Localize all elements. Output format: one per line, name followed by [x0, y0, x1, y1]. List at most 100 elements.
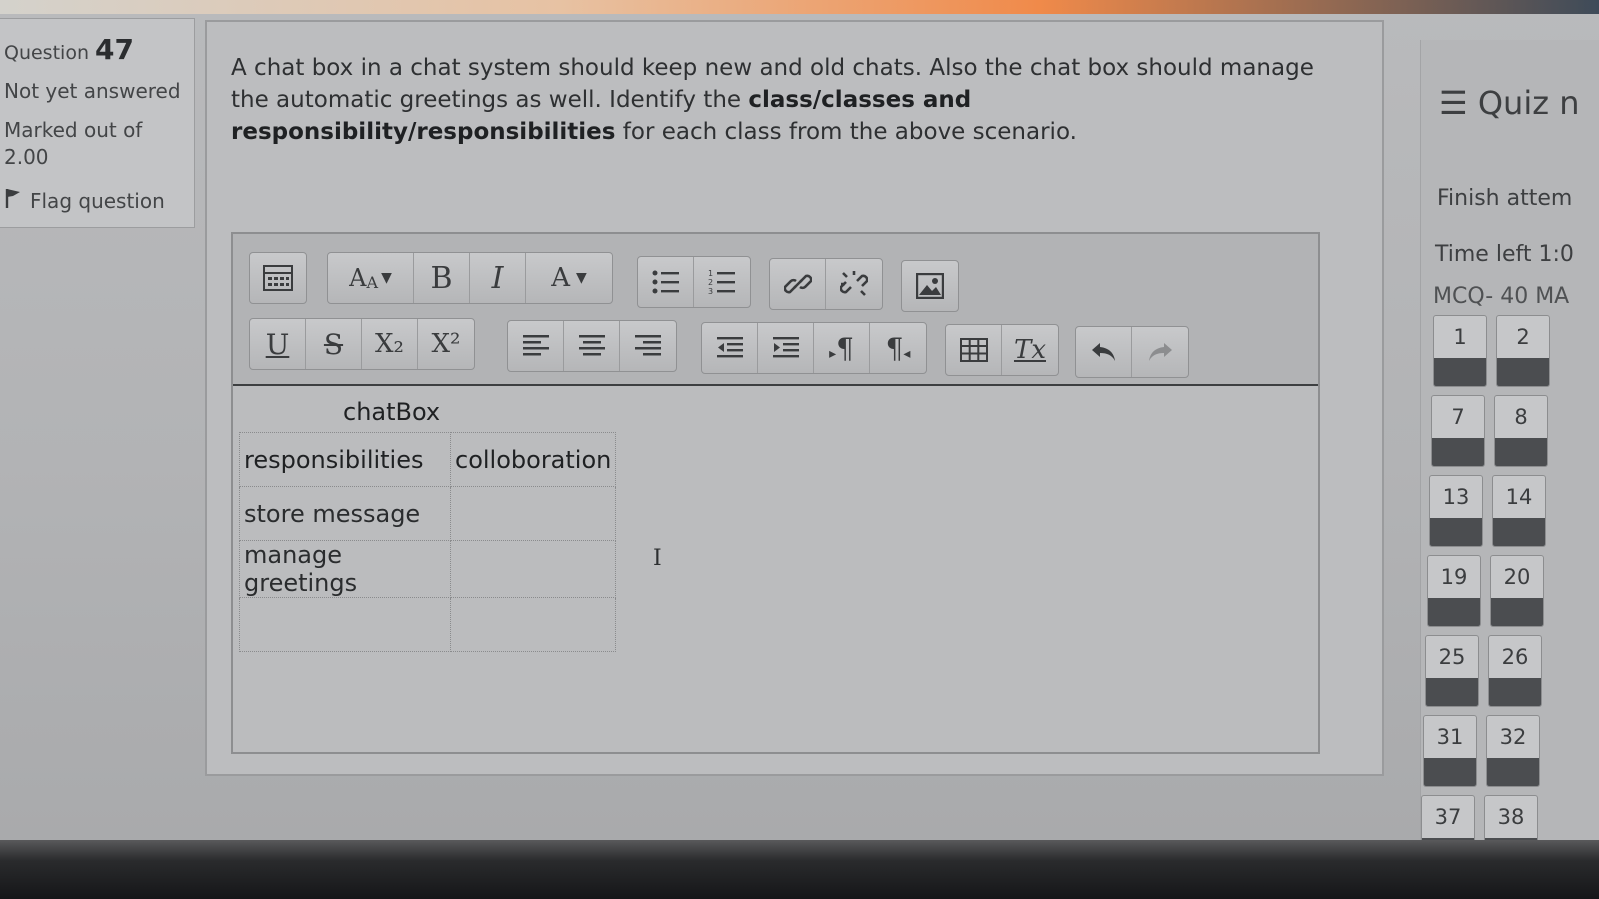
- quiz-nav-question-button[interactable]: 32: [1486, 715, 1540, 787]
- crc-cell[interactable]: [239, 597, 451, 652]
- crc-cell[interactable]: [449, 597, 617, 652]
- quiz-nav-status-bar: [1434, 358, 1486, 386]
- toolbar-group-table-clear: Tx: [945, 324, 1059, 376]
- align-right-button[interactable]: [620, 321, 676, 371]
- outdent-button[interactable]: [702, 323, 758, 373]
- flag-icon: [4, 187, 22, 214]
- answer-editor: A A ▼ B I A ▼ 123 U S X₂ X² ▸¶ ¶◂ Tx cha…: [231, 232, 1320, 754]
- ltr-button[interactable]: ▸¶: [814, 323, 870, 373]
- quiz-section-heading: MCQ- 40 MA: [1433, 284, 1570, 309]
- quiz-nav-question-button[interactable]: 1: [1433, 315, 1487, 387]
- table-row: [239, 597, 617, 652]
- toolbar-toggle-button[interactable]: [250, 253, 306, 303]
- outdent-icon: [716, 335, 744, 361]
- link-button[interactable]: [770, 259, 826, 309]
- insert-image-button[interactable]: [902, 261, 958, 311]
- font-size-dropdown-icon: A A ▼: [349, 264, 392, 292]
- quiz-nav-question-button[interactable]: 38: [1484, 795, 1538, 840]
- bold-icon: B: [430, 260, 453, 296]
- quiz-nav-question-button[interactable]: 25: [1425, 635, 1479, 707]
- crc-cell[interactable]: [449, 486, 617, 541]
- redo-icon: [1146, 340, 1174, 364]
- toolbar-group-toggle: [249, 252, 307, 304]
- table-row: store message: [239, 486, 617, 541]
- quiz-nav-question-button[interactable]: 26: [1488, 635, 1542, 707]
- table-row: manage greetings: [239, 540, 617, 598]
- quiz-nav-question-button[interactable]: 19: [1427, 555, 1481, 627]
- quiz-nav-status-bar: [1426, 678, 1478, 706]
- question-marks: Marked out of 2.00: [4, 118, 143, 169]
- ordered-list-icon: 123: [708, 269, 736, 295]
- quiz-nav-question-button[interactable]: 20: [1490, 555, 1544, 627]
- quiz-nav-question-button[interactable]: 7: [1431, 395, 1485, 467]
- underline-icon: U: [265, 327, 290, 361]
- undo-button[interactable]: [1076, 327, 1132, 377]
- quiz-nav-question-number: 32: [1499, 725, 1527, 749]
- quiz-nav-question-button[interactable]: 14: [1492, 475, 1546, 547]
- underline-button[interactable]: U: [250, 319, 306, 369]
- crc-cell[interactable]: manage greetings: [239, 540, 451, 598]
- hamburger-menu-icon[interactable]: ☰: [1439, 84, 1468, 122]
- svg-text:3: 3: [708, 287, 713, 295]
- question-number-label: Question 47: [4, 33, 134, 66]
- font-color-dropdown-icon: A ▼: [551, 263, 587, 293]
- quiz-nav-question-number: 25: [1438, 645, 1466, 669]
- quiz-nav-question-number: 7: [1451, 405, 1465, 429]
- quiz-nav-question-button[interactable]: 8: [1494, 395, 1548, 467]
- align-left-button[interactable]: [508, 321, 564, 371]
- rtl-button[interactable]: ¶◂: [870, 323, 926, 373]
- toolbar-group-indent-direction: ▸¶ ¶◂: [701, 322, 927, 374]
- quiz-navigation-title: ☰ Quiz n: [1439, 84, 1579, 122]
- toolbar-group-links: [769, 258, 883, 310]
- ordered-list-button[interactable]: 123: [694, 257, 750, 307]
- insert-image-icon: [916, 273, 944, 299]
- browser-screen: Question 47 Not yet answered Marked out o…: [0, 0, 1599, 840]
- time-left: Time left 1:0: [1435, 242, 1574, 267]
- question-text: A chat box in a chat system should keep …: [231, 52, 1336, 148]
- crc-table[interactable]: responsibilities colloboration store mes…: [239, 432, 617, 652]
- rtl-glyph: ¶: [885, 331, 904, 365]
- rtl-icon: ¶◂: [885, 331, 911, 365]
- strikethrough-icon: S: [323, 327, 344, 361]
- quiz-nav-question-number: 38: [1497, 805, 1525, 829]
- bold-button[interactable]: B: [414, 253, 470, 303]
- unlink-button[interactable]: [826, 259, 882, 309]
- align-center-icon: [578, 333, 606, 359]
- align-center-button[interactable]: [564, 321, 620, 371]
- subscript-icon: X₂: [375, 329, 404, 359]
- editor-content-area[interactable]: chatBox responsibilities colloboration s…: [233, 386, 1318, 752]
- subscript-button[interactable]: X₂: [362, 319, 418, 369]
- unlink-icon: [840, 270, 868, 298]
- quiz-nav-status-bar: [1493, 518, 1545, 546]
- quiz-nav-question-number: 26: [1501, 645, 1529, 669]
- flag-question-link[interactable]: Flag question: [4, 187, 165, 214]
- quiz-nav-question-button[interactable]: 2: [1496, 315, 1550, 387]
- quiz-nav-status-bar: [1430, 518, 1482, 546]
- quiz-nav-question-button[interactable]: 31: [1423, 715, 1477, 787]
- unordered-list-button[interactable]: [638, 257, 694, 307]
- quiz-navigation-label: Quiz n: [1477, 84, 1580, 122]
- strikethrough-button[interactable]: S: [306, 319, 362, 369]
- quiz-nav-question-number: 13: [1442, 485, 1470, 509]
- superscript-button[interactable]: X²: [418, 319, 474, 369]
- quiz-nav-question-number: 19: [1440, 565, 1468, 589]
- question-number: 47: [94, 33, 134, 66]
- quiz-nav-question-button[interactable]: 37: [1421, 795, 1475, 840]
- toolbar-group-decorations: U S X₂ X²: [249, 318, 475, 370]
- clear-formatting-button[interactable]: Tx: [1002, 325, 1058, 375]
- align-left-icon: [522, 333, 550, 359]
- quiz-nav-question-button[interactable]: 13: [1429, 475, 1483, 547]
- table-button[interactable]: [946, 325, 1002, 375]
- crc-header-responsibilities[interactable]: responsibilities: [239, 432, 451, 487]
- crc-header-collaboration[interactable]: colloboration: [449, 432, 617, 487]
- finish-attempt-link[interactable]: Finish attem: [1437, 186, 1572, 211]
- crc-cell[interactable]: [449, 540, 617, 598]
- redo-button[interactable]: [1132, 327, 1188, 377]
- font-size-dropdown[interactable]: A A ▼: [328, 253, 414, 303]
- clear-formatting-icon: Tx: [1013, 335, 1046, 365]
- question-label: Question: [4, 42, 89, 64]
- crc-cell[interactable]: store message: [239, 486, 451, 541]
- font-color-dropdown[interactable]: A ▼: [526, 253, 612, 303]
- indent-button[interactable]: [758, 323, 814, 373]
- italic-button[interactable]: I: [470, 253, 526, 303]
